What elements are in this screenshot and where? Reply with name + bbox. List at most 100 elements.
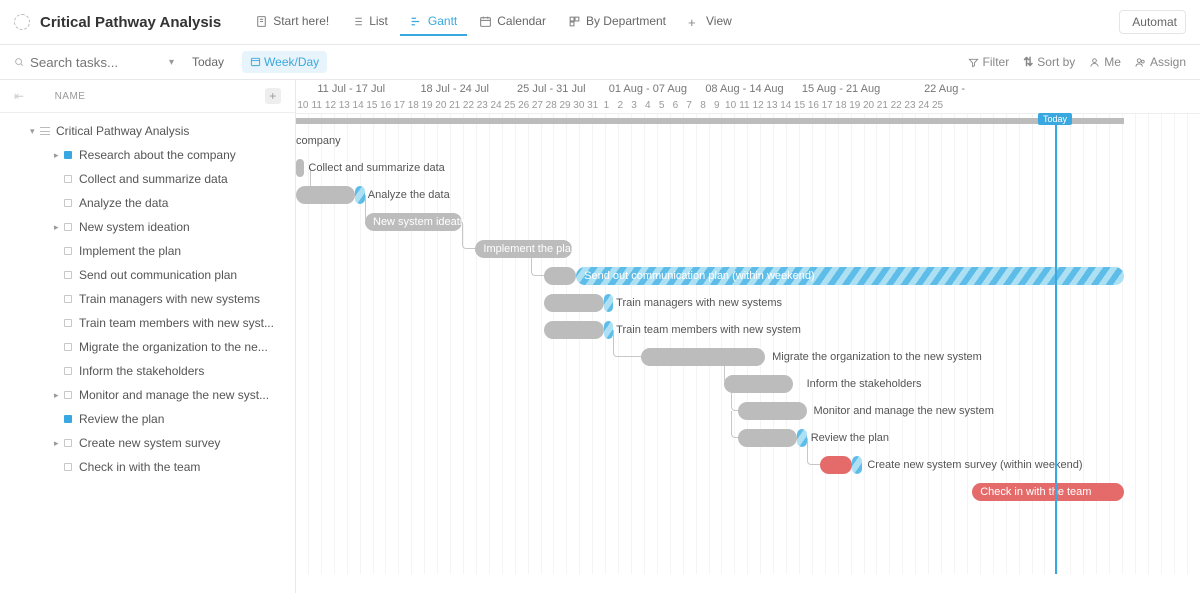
- gantt-bar[interactable]: [544, 267, 576, 285]
- gantt-bar[interactable]: [355, 186, 365, 204]
- day-label: 1: [600, 98, 614, 113]
- today-line: [1055, 114, 1057, 574]
- task-row[interactable]: Analyze the data: [54, 191, 285, 215]
- gantt-bar[interactable]: Implement the plan: [475, 240, 572, 258]
- gantt-bar[interactable]: [296, 186, 355, 204]
- gantt-bar[interactable]: New system ideation: [365, 213, 462, 231]
- gantt-bar[interactable]: [738, 402, 807, 420]
- search-input[interactable]: [30, 55, 163, 70]
- day-label: 15: [793, 98, 807, 113]
- today-badge: Today: [1038, 113, 1072, 125]
- top-bar: Critical Pathway Analysis Start here!Lis…: [0, 0, 1200, 45]
- day-label: 26: [517, 98, 531, 113]
- bar-label: Train team members with new system: [616, 324, 801, 336]
- bar-label: Collect and summarize data: [308, 162, 444, 174]
- view-tabs: Start here!ListGanttCalendarBy Departmen…: [245, 8, 742, 36]
- task-row[interactable]: ▸Create new system survey: [54, 431, 285, 455]
- weekday-button[interactable]: Week/Day: [242, 51, 327, 73]
- sortby-button[interactable]: ⇅Sort by: [1023, 55, 1075, 69]
- task-label: Migrate the organization to the ne...: [79, 340, 268, 354]
- gantt-bar[interactable]: [296, 159, 304, 177]
- task-sidebar: ⇤ NAME + ▾Critical Pathway Analysis▸Rese…: [0, 80, 296, 593]
- bar-label: Migrate the organization to the new syst…: [772, 351, 982, 363]
- day-label: 5: [655, 98, 669, 113]
- task-row[interactable]: Inform the stakeholders: [54, 359, 285, 383]
- tab-by-department[interactable]: By Department: [558, 8, 676, 36]
- name-column-header: NAME: [55, 91, 86, 102]
- week-row: 11 Jul - 17 Jul18 Jul - 24 Jul25 Jul - 3…: [296, 80, 1200, 98]
- people-icon: [1135, 57, 1146, 68]
- day-label: 18: [834, 98, 848, 113]
- week-label: 25 Jul - 31 Jul: [503, 80, 600, 98]
- automate-label: Automat: [1132, 15, 1177, 29]
- task-row[interactable]: Review the plan: [54, 407, 285, 431]
- gantt-grid: [296, 114, 1200, 574]
- toolbar: ▾ Today Week/Day Filter ⇅Sort by Me Assi…: [0, 45, 1200, 80]
- tab-list[interactable]: List: [341, 8, 398, 36]
- day-label: 23: [903, 98, 917, 113]
- tree-root[interactable]: ▾Critical Pathway Analysis: [30, 119, 285, 143]
- day-label: 14: [351, 98, 365, 113]
- plus-icon: +: [688, 15, 701, 28]
- gantt-bar[interactable]: [604, 321, 614, 339]
- task-row[interactable]: Check in with the team: [54, 455, 285, 479]
- gantt-bar[interactable]: [852, 456, 862, 474]
- task-tree: ▾Critical Pathway Analysis▸Research abou…: [0, 113, 295, 485]
- toolbar-right: Filter ⇅Sort by Me Assign: [968, 55, 1186, 69]
- bar-label: company: [296, 135, 341, 147]
- day-label: 19: [848, 98, 862, 113]
- gantt-bar[interactable]: [820, 456, 852, 474]
- gantt-bar[interactable]: [797, 429, 807, 447]
- task-label: Collect and summarize data: [79, 172, 228, 186]
- person-icon: [1089, 57, 1100, 68]
- tab-start-here-[interactable]: Start here!: [245, 8, 339, 36]
- filter-button[interactable]: Filter: [968, 55, 1010, 69]
- me-button[interactable]: Me: [1089, 55, 1121, 69]
- day-label: 13: [765, 98, 779, 113]
- gantt-chart[interactable]: 11 Jul - 17 Jul18 Jul - 24 Jul25 Jul - 3…: [296, 80, 1200, 593]
- gantt-bar[interactable]: [604, 294, 614, 312]
- status-square: [64, 295, 72, 303]
- list-icon: [40, 127, 50, 135]
- task-row[interactable]: Collect and summarize data: [54, 167, 285, 191]
- day-label: 22: [462, 98, 476, 113]
- add-task-button[interactable]: +: [265, 88, 281, 104]
- gantt-bar[interactable]: Check in with the team: [972, 483, 1124, 501]
- tab-gantt[interactable]: Gantt: [400, 8, 467, 36]
- day-row: 1011121314151617181920212223242526272829…: [296, 98, 1200, 113]
- collapse-icon[interactable]: ⇤: [14, 89, 25, 103]
- gantt-bar[interactable]: [544, 321, 603, 339]
- task-label: Send out communication plan: [79, 268, 237, 282]
- task-row[interactable]: Train managers with new systems: [54, 287, 285, 311]
- task-row[interactable]: Send out communication plan: [54, 263, 285, 287]
- tab-view[interactable]: +View: [678, 8, 742, 36]
- task-row[interactable]: ▸New system ideation: [54, 215, 285, 239]
- status-square: [64, 391, 72, 399]
- task-row[interactable]: ▸Monitor and manage the new syst...: [54, 383, 285, 407]
- gantt-bar[interactable]: [641, 348, 765, 366]
- gantt-bar[interactable]: [738, 429, 797, 447]
- task-row[interactable]: Implement the plan: [54, 239, 285, 263]
- gantt-bar[interactable]: [724, 375, 793, 393]
- assign-button[interactable]: Assign: [1135, 55, 1186, 69]
- day-label: 31: [586, 98, 600, 113]
- tab-calendar[interactable]: Calendar: [469, 8, 556, 36]
- task-row[interactable]: Train team members with new syst...: [54, 311, 285, 335]
- search-box[interactable]: ▾: [14, 55, 174, 70]
- gantt-body[interactable]: Today company Collect and summarize data An…: [296, 114, 1200, 574]
- day-label: 12: [751, 98, 765, 113]
- bar-label: Analyze the data: [368, 189, 450, 201]
- today-button[interactable]: Today: [184, 51, 232, 73]
- chevron-down-icon[interactable]: ▾: [169, 57, 174, 68]
- day-label: 9: [710, 98, 724, 113]
- calendar-icon: [250, 56, 261, 67]
- gantt-bar[interactable]: [544, 294, 603, 312]
- gantt-bar[interactable]: Send out communication plan (within week…: [576, 267, 1124, 285]
- day-label: 29: [558, 98, 572, 113]
- status-square: [64, 367, 72, 375]
- automate-button[interactable]: Automat: [1119, 10, 1186, 34]
- task-row[interactable]: Migrate the organization to the ne...: [54, 335, 285, 359]
- task-row[interactable]: ▸Research about the company: [54, 143, 285, 167]
- task-label: Train managers with new systems: [79, 292, 260, 306]
- cal-icon: [479, 15, 492, 28]
